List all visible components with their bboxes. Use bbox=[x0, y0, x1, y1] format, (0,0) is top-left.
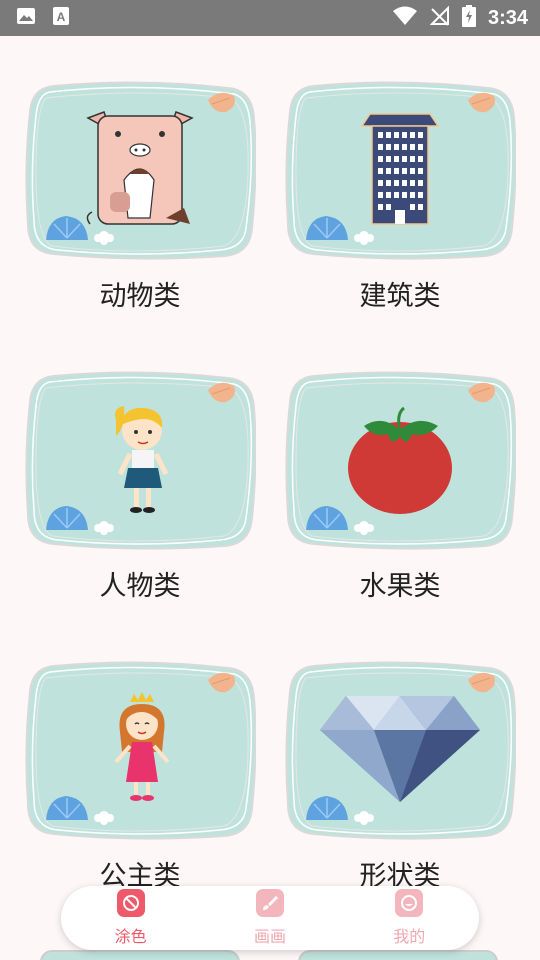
building-icon bbox=[360, 113, 440, 225]
nav-item-profile[interactable]: 我的 bbox=[359, 889, 459, 947]
category-card-peek bbox=[40, 950, 240, 960]
no-signal-icon bbox=[429, 5, 450, 30]
a-text-icon: A bbox=[52, 6, 70, 30]
pig-icon bbox=[86, 111, 194, 225]
category-card-fruit[interactable]: 水果类 bbox=[284, 368, 516, 602]
category-card-shapes[interactable]: 形状类 bbox=[284, 658, 516, 892]
nav-label: 画画 bbox=[253, 927, 286, 946]
category-card-princess[interactable]: 公主类 bbox=[24, 658, 256, 892]
category-label: 建筑类 bbox=[359, 281, 441, 312]
category-label: 动物类 bbox=[99, 281, 181, 312]
battery-charging-icon bbox=[461, 5, 476, 31]
status-time: 3:34 bbox=[487, 6, 528, 29]
bottom-nav: 涂色 画画 我的 bbox=[61, 886, 479, 950]
image-icon bbox=[16, 6, 36, 30]
category-label: 人物类 bbox=[99, 571, 181, 602]
category-label: 水果类 bbox=[359, 571, 441, 602]
nav-label: 涂色 bbox=[114, 927, 147, 946]
status-bar: A 3:34 bbox=[0, 0, 540, 36]
category-card-people[interactable]: 人物类 bbox=[24, 368, 256, 602]
svg-text:A: A bbox=[57, 10, 66, 24]
category-card-peek bbox=[298, 950, 498, 960]
category-card-buildings[interactable]: 建筑类 bbox=[284, 78, 516, 312]
brush-icon bbox=[255, 889, 284, 917]
nav-label: 我的 bbox=[393, 927, 426, 946]
princess-icon bbox=[114, 692, 170, 801]
profile-icon bbox=[395, 889, 424, 917]
category-card-animals[interactable]: 动物类 bbox=[24, 78, 256, 312]
girl-icon bbox=[115, 406, 169, 513]
coloring-icon bbox=[116, 889, 145, 917]
diamond-icon bbox=[320, 696, 480, 802]
wifi-icon bbox=[392, 6, 418, 30]
tomato-icon bbox=[348, 406, 452, 514]
nav-item-coloring[interactable]: 涂色 bbox=[81, 889, 181, 947]
nav-item-draw[interactable]: 画画 bbox=[220, 889, 320, 947]
